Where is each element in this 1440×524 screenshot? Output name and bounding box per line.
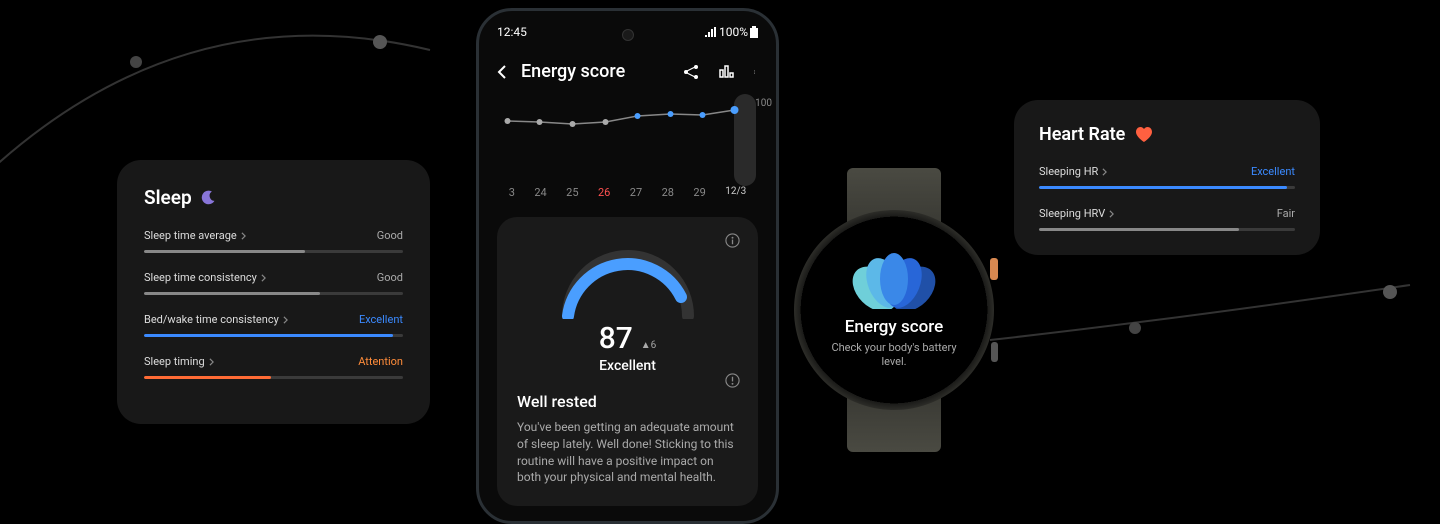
phone-header: Energy score <box>497 43 758 100</box>
status-time: 12:45 <box>497 25 527 39</box>
energy-petals-icon <box>849 251 939 309</box>
rested-title: Well rested <box>517 392 738 411</box>
date-item[interactable]: 12/3 <box>725 186 746 199</box>
decoration-curve-right <box>990 280 1440 380</box>
camera-hole <box>622 29 634 41</box>
date-item[interactable]: 24 <box>534 186 546 199</box>
chevron-right-icon <box>1109 210 1114 218</box>
score-card: 87 ▲6 Excellent Well rested You've been … <box>497 217 758 506</box>
watch-mockup: Energy score Check your body's battery l… <box>794 168 994 452</box>
info-icon[interactable] <box>725 233 740 248</box>
back-button[interactable] <box>497 64 507 80</box>
moon-icon <box>200 189 217 206</box>
energy-chart[interactable]: 100 <box>497 100 758 180</box>
sleep-metric-1[interactable]: Sleep time consistency Good <box>144 271 403 295</box>
score-label: Excellent <box>599 358 656 374</box>
score-value: 87 <box>599 321 633 356</box>
metric-value: Fair <box>1277 207 1295 220</box>
watch-face: Energy score Check your body's battery l… <box>794 210 994 410</box>
date-item[interactable]: 28 <box>662 186 674 199</box>
metric-label: Sleep timing <box>144 355 214 368</box>
watch-crown <box>990 258 998 280</box>
chart-line <box>497 100 758 180</box>
share-icon[interactable] <box>682 63 700 81</box>
date-item[interactable]: 29 <box>693 186 705 199</box>
alert-icon[interactable] <box>725 373 740 388</box>
heart-rate-card: Heart Rate Sleeping HR Excellent Sleepin… <box>1014 100 1320 255</box>
metric-value: Good <box>377 271 403 284</box>
metric-label: Sleep time average <box>144 229 246 242</box>
chevron-right-icon <box>1102 168 1107 176</box>
score-gauge <box>553 241 703 319</box>
sleep-metric-3[interactable]: Sleep timing Attention <box>144 355 403 379</box>
status-right: 100% <box>705 25 758 39</box>
phone-mockup: 12:45 100% Energy score 100 <box>476 8 779 524</box>
sleep-card: Sleep Sleep time average Good Sleep time… <box>117 160 430 424</box>
signal-icon <box>705 27 717 37</box>
metric-label: Sleep time consistency <box>144 271 266 284</box>
chart-icon[interactable] <box>718 63 736 81</box>
chevron-right-icon <box>261 274 266 282</box>
progress-bar <box>144 376 403 379</box>
metric-value: Attention <box>358 355 403 368</box>
progress-bar <box>144 334 403 337</box>
hr-metric-0[interactable]: Sleeping HR Excellent <box>1039 165 1295 189</box>
watch-subtitle: Check your body's battery level. <box>824 341 964 370</box>
progress-bar <box>1039 186 1295 189</box>
sleep-header: Sleep <box>144 186 403 209</box>
date-item[interactable]: 25 <box>566 186 578 199</box>
chevron-right-icon <box>283 316 288 324</box>
date-item[interactable]: 27 <box>630 186 642 199</box>
chevron-right-icon <box>209 358 214 366</box>
sleep-metric-0[interactable]: Sleep time average Good <box>144 229 403 253</box>
battery-icon <box>750 26 758 38</box>
watch-button <box>991 342 998 362</box>
page-title: Energy score <box>521 61 668 82</box>
sleep-title: Sleep <box>144 186 192 209</box>
progress-bar <box>1039 228 1295 231</box>
sleep-metric-2[interactable]: Bed/wake time consistency Excellent <box>144 313 403 337</box>
metric-label: Sleeping HR <box>1039 165 1107 178</box>
rested-text: You've been getting an adequate amount o… <box>517 419 738 486</box>
chevron-right-icon <box>241 232 246 240</box>
metric-label: Sleeping HRV <box>1039 207 1114 220</box>
more-icon[interactable] <box>754 63 758 81</box>
watch-title: Energy score <box>845 317 943 337</box>
date-item[interactable]: 26 <box>598 186 610 199</box>
metric-value: Good <box>377 229 403 242</box>
hr-header: Heart Rate <box>1039 124 1295 145</box>
metric-label: Bed/wake time consistency <box>144 313 288 326</box>
date-item[interactable]: 3 <box>509 186 515 199</box>
hr-title: Heart Rate <box>1039 124 1125 145</box>
date-axis: 3 24 25 26 27 28 29 12/3 <box>497 186 758 199</box>
progress-bar <box>144 292 403 295</box>
heart-icon <box>1135 127 1153 143</box>
metric-value: Excellent <box>1251 165 1295 178</box>
progress-bar <box>144 250 403 253</box>
metric-value: Excellent <box>359 313 403 326</box>
score-delta: ▲6 <box>641 340 657 351</box>
hr-metric-1[interactable]: Sleeping HRV Fair <box>1039 207 1295 231</box>
